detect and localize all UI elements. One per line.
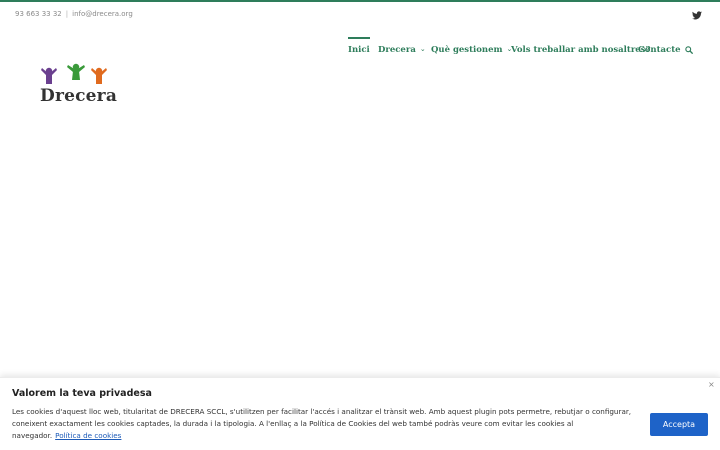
nav-label: Què gestionem bbox=[431, 45, 503, 55]
nav-item-inici[interactable]: Inici bbox=[348, 37, 370, 55]
chevron-down-icon: ⌄ bbox=[419, 45, 426, 53]
cookie-title: Valorem la teva privadesa bbox=[12, 388, 152, 399]
nav-item-vols-treballar[interactable]: Vols treballar amb nosaltres? bbox=[511, 45, 650, 55]
nav-label: Drecera bbox=[378, 45, 416, 55]
close-icon[interactable]: × bbox=[708, 380, 715, 389]
top-bar: 93 663 33 32 | info@drecera.org bbox=[0, 2, 720, 28]
page: 93 663 33 32 | info@drecera.org Drecera In… bbox=[0, 0, 720, 450]
nav-item-contacte[interactable]: Contacte bbox=[638, 45, 681, 55]
main-navigation: Inici Drecera ⌄ Què gestionem ⌄ Vols treba… bbox=[0, 28, 720, 58]
contact-separator: | bbox=[65, 10, 69, 18]
email-link[interactable]: info@drecera.org bbox=[72, 10, 133, 18]
nav-label: Inici bbox=[348, 45, 370, 55]
nav-item-que-gestionem[interactable]: Què gestionem ⌄ bbox=[431, 45, 512, 55]
search-icon[interactable] bbox=[685, 46, 693, 54]
nav-label: Contacte bbox=[638, 45, 681, 55]
phone-link[interactable]: 93 663 33 32 bbox=[15, 10, 62, 18]
twitter-icon[interactable] bbox=[692, 11, 702, 20]
cookie-consent-banner: × Valorem la teva privadesa Les cookies … bbox=[0, 377, 720, 450]
contact-info: 93 663 33 32 | info@drecera.org bbox=[15, 10, 133, 18]
nav-label: Vols treballar amb nosaltres? bbox=[511, 45, 651, 55]
cookie-policy-link[interactable]: Política de cookies bbox=[55, 431, 121, 440]
cookie-description: Les cookies d'aquest lloc web, titularit… bbox=[12, 406, 637, 442]
nav-item-drecera[interactable]: Drecera ⌄ bbox=[378, 45, 426, 55]
accept-cookies-button[interactable]: Accepta bbox=[650, 413, 708, 436]
brand-wordmark[interactable]: Drecera bbox=[40, 86, 117, 106]
